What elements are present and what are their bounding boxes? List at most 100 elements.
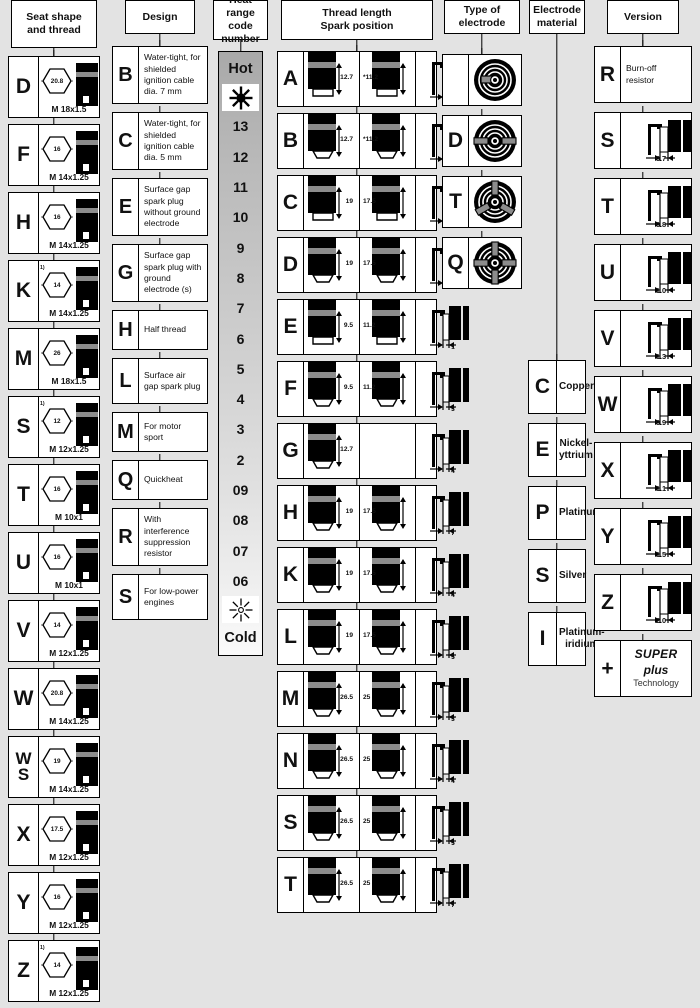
electrode-material-row[interactable]: I Platinum-iridium [528,612,605,666]
seat-row[interactable]: V 14 ‹ › M 12x1.25 [8,600,100,662]
thread-length-diagram-b: 11.2 [360,362,416,416]
version-row[interactable]: R Burn-off resistor [594,46,692,103]
electrode-material-row[interactable]: C Copper [528,360,594,414]
version-row[interactable]: S 0.7 [594,112,692,169]
heat-range-value[interactable]: 4 [219,384,262,414]
version-rows: R Burn-off resistor S 0.7 T 0.8 U 1.0 V … [594,46,692,697]
seat-diagram: 16 ‹ › M 14x1.25 [39,193,99,253]
thread-row[interactable]: D 19 17.5 [277,237,469,293]
heat-range-value[interactable]: 2 [219,445,262,475]
version-row[interactable]: U 1.0 [594,244,692,301]
seat-row[interactable]: W 20.8 ‹ › M 14x1.25 [8,668,100,730]
thread-row[interactable]: M 26.5 25 3 [277,671,469,727]
thread-row[interactable]: B 12.7 *11.2 [277,113,469,169]
thread-row[interactable]: G 12.7 4 [277,423,469,479]
header-line-1: Type of [463,4,501,17]
spark-position-diagram: 4 [416,424,490,478]
heat-range-value[interactable]: 06 [219,566,262,596]
dimension-arrow-right: › [71,418,73,425]
heat-range-value[interactable]: 10 [219,202,262,232]
seat-row[interactable]: Y 16 ‹ › M 12x1.25 [8,872,100,934]
heat-range-value[interactable]: 12 [219,142,262,172]
seat-row[interactable]: WS 19 ‹ › M 14x1.25 [8,736,100,798]
thread-row[interactable]: T 26.5 25 7 [277,857,469,913]
superplus-line-2: plus [643,662,669,677]
thread-diagrams: 9.5 11.2 1 [304,300,490,354]
etype-rows: D T Q [442,54,522,289]
thread-row[interactable]: A 12.7 *11.2 [277,51,469,107]
seat-row[interactable]: M 26 ‹ › M 18x1.5 [8,328,100,390]
thread-length-value-2: 17.5 [363,570,376,577]
hex-size-value: 16 [53,145,61,153]
thread-spec: M 18x1.5 [51,104,87,114]
design-row[interactable]: M For motor sport [112,412,208,452]
design-row[interactable]: S For low-power engines [112,574,208,620]
heat-range-value[interactable]: 3 [219,414,262,444]
spark-plug-body-icon [74,879,98,925]
seat-row[interactable]: T 16 ‹ › M 10x1 [8,464,100,526]
seat-row[interactable]: K 14 ‹ › 1) M 14x1.25 [8,260,100,322]
seat-row[interactable]: F 16 ‹ › M 14x1.25 [8,124,100,186]
electrode-type-row[interactable]: D [442,115,522,167]
seat-row[interactable]: Z 14 ‹ › 1) M 12x1.25 [8,940,100,1002]
electrode-type-row[interactable]: T [442,176,522,228]
spark-plug-body-icon [74,675,98,721]
thread-spec: M 12x1.25 [49,988,89,998]
heat-range-value[interactable]: 09 [219,475,262,505]
column-seat-shape-and-thread: Seat shape and thread D 20.8 ‹ › M 18x1.5 F… [8,0,100,1008]
version-row[interactable]: X 1.1 [594,442,692,499]
seat-row[interactable]: X 17.5 ‹ › M 12x1.25 [8,804,100,866]
heat-range-value[interactable]: 6 [219,323,262,353]
thread-length-diagram-b: 25 [360,672,416,726]
seat-row[interactable]: U 16 ‹ › M 10x1 [8,532,100,594]
seat-artwork: 20.8 ‹ › M 14x1.25 [40,675,98,726]
thread-length-value-1: 19 [345,508,353,515]
electrode-material-row[interactable]: E Nickel-yttrium [528,423,593,477]
thread-row[interactable]: H 19 17.5 7 [277,485,469,541]
thread-row[interactable]: S 26.5 25 5 [277,795,469,851]
design-row[interactable]: R With interference suppression resistor [112,508,208,566]
version-row[interactable]: T 0.8 [594,178,692,235]
thread-row[interactable]: F 9.5 11.2 3 [277,361,469,417]
thread-row[interactable]: N 26.5 25 4 [277,733,469,789]
electrode-material-row[interactable]: S Silver [528,549,586,603]
heat-range-value[interactable]: 11 [219,172,262,202]
electrode-type-row[interactable]: Q [442,237,522,289]
design-row[interactable]: Q Quickheat [112,460,208,500]
heat-range-value[interactable]: 5 [219,354,262,384]
thread-row[interactable]: E 9.5 11.2 1 [277,299,469,355]
heat-range-value[interactable]: 8 [219,263,262,293]
design-row[interactable]: E Surface gap spark plug without ground e… [112,178,208,236]
seat-row[interactable]: D 20.8 ‹ › M 18x1.5 [8,56,100,118]
design-row[interactable]: B Water-tight, for shielded ignition cabl… [112,46,208,104]
version-row[interactable]: + SUPER plus Technology [594,640,692,697]
heat-range-value[interactable]: 9 [219,232,262,262]
heat-range-value[interactable]: 7 [219,293,262,323]
dimension-arrow-left: ‹ [41,962,43,969]
hex-size-value: 20.8 [50,77,64,85]
spark-position-value: 1 [451,344,455,351]
heat-range-value[interactable]: 07 [219,535,262,565]
seat-code: K [9,261,39,321]
column-type-of-electrode: Type of electrode D T Q [442,0,522,298]
version-row[interactable]: Y 1.5 [594,508,692,565]
hex-nut-icon: 14 ‹ › [41,611,73,641]
hex-size-value: 16 [53,485,61,493]
heat-range-value[interactable]: 13 [219,111,262,141]
version-row[interactable]: Z 2.0 [594,574,692,631]
seat-row[interactable]: S 12 ‹ › 1) M 12x1.25 [8,396,100,458]
version-row[interactable]: W 0.9 [594,376,692,433]
electrode-material-row[interactable]: P Platinum [528,486,601,540]
thread-row[interactable]: C 19 17.5 [277,175,469,231]
thread-row[interactable]: L 19 17.5 5 [277,609,469,665]
thread-length-value-1: 12.7 [340,136,353,143]
seat-row[interactable]: H 16 ‹ › M 14x1.25 [8,192,100,254]
design-row[interactable]: C Water-tight, for shielded ignition cabl… [112,112,208,170]
design-row[interactable]: G Surface gap spark plug with ground elec… [112,244,208,302]
design-row[interactable]: H Half thread [112,310,208,350]
heat-range-value[interactable]: 08 [219,505,262,535]
thread-row[interactable]: K 19 17.5 4 [277,547,469,603]
electrode-type-row[interactable] [442,54,522,106]
version-row[interactable]: V 1.3 [594,310,692,367]
design-row[interactable]: L Surface air gap spark plug [112,358,208,404]
